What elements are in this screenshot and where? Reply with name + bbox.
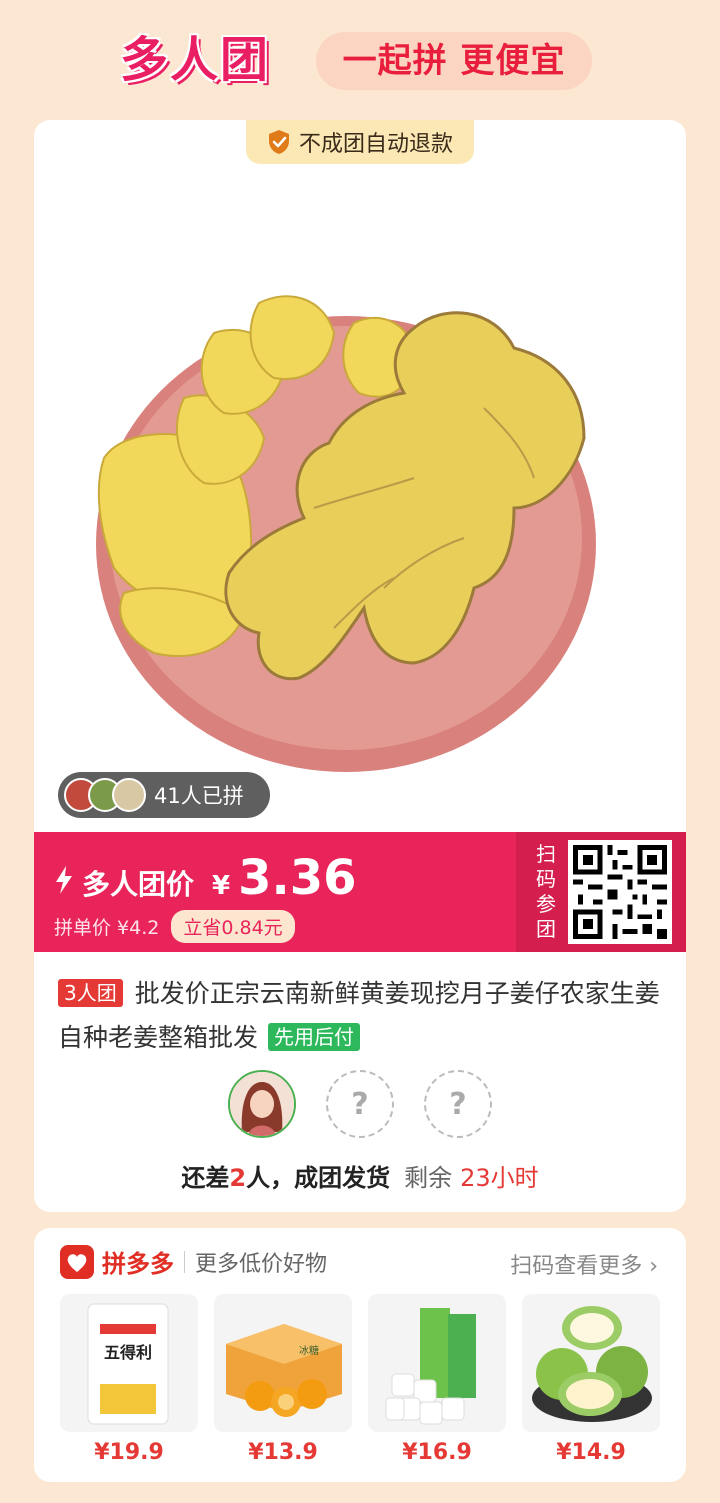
goods-image: [368, 1294, 506, 1432]
empty-member-slot: ?: [424, 1070, 492, 1138]
group-members: ? ?: [228, 1070, 492, 1138]
pinduoduo-brand: 拼多多: [102, 1250, 174, 1278]
member-avatar: [228, 1070, 296, 1138]
status-prefix: 还差: [181, 1164, 230, 1192]
goods-price: ¥13.9: [248, 1440, 318, 1465]
remaining-label: 剩余: [404, 1164, 453, 1192]
slogan-pill: 一起拼 更便宜: [316, 32, 592, 90]
buyer-avatar: [112, 778, 146, 812]
lightning-icon: [56, 866, 72, 894]
flour-pack-text: 五得利: [104, 1343, 152, 1362]
goods-item[interactable]: ¥16.9: [368, 1294, 506, 1465]
divider: [184, 1250, 185, 1273]
status-suffix: 人，成团发货: [246, 1164, 391, 1192]
goods-item[interactable]: 冰糖 ¥13.9: [214, 1294, 352, 1465]
joined-count-text: 41人已拼: [154, 784, 244, 808]
more-goods-card: 拼多多 更多低价好物 扫码查看更多 › 五得利 ¥19.9 冰糖 ¥13.9 ¥…: [34, 1228, 686, 1482]
scan-more-link[interactable]: 扫码查看更多 ›: [510, 1248, 658, 1280]
currency-symbol: ¥: [212, 871, 231, 901]
goods-image: 冰糖: [214, 1294, 352, 1432]
goods-price: ¥19.9: [94, 1440, 164, 1465]
goods-image: 五得利: [60, 1294, 198, 1432]
ginger-product-image[interactable]: [84, 208, 644, 788]
group-price-label: 多人团价: [82, 868, 195, 901]
scan-join-panel[interactable]: 扫码参团: [516, 832, 686, 952]
more-goods-label: 更多低价好物: [195, 1251, 328, 1277]
group-size-tag: 3人团: [58, 979, 123, 1007]
empty-member-slot: ?: [326, 1070, 394, 1138]
price-bar: 多人团价 ¥ 3.36 拼单价 ¥4.2 立省0.84元 扫码参团: [34, 832, 686, 952]
group-status: 还差2人，成团发货 剩余 23小时: [34, 1158, 686, 1193]
status-need-count: 2: [229, 1164, 247, 1192]
scan-join-label: 扫码参团: [536, 842, 556, 941]
goods-price: ¥16.9: [402, 1440, 472, 1465]
refund-tag-label: 不成团自动退款: [298, 132, 453, 157]
pinduoduo-logo-icon: [60, 1244, 94, 1279]
header: 多人团 一起拼 更便宜: [0, 0, 720, 118]
orange-box-text: 冰糖: [299, 1344, 319, 1357]
goods-item[interactable]: 五得利 ¥19.9: [60, 1294, 198, 1465]
product-title-block[interactable]: 3人团 批发价正宗云南新鲜黄姜现挖月子姜仔农家生姜自种老姜整箱批发 先用后付: [58, 972, 668, 1060]
goods-price: ¥14.9: [556, 1440, 626, 1465]
remaining-time: 23小时: [460, 1164, 539, 1192]
single-price: 拼单价 ¥4.2: [54, 917, 160, 939]
qr-code-icon[interactable]: [568, 840, 672, 944]
joined-count-badge: 41人已拼: [58, 772, 270, 818]
goods-list: 五得利 ¥19.9 冰糖 ¥13.9 ¥16.9 ¥14.9: [60, 1294, 660, 1465]
multi-group-logo: 多人团: [120, 32, 271, 88]
group-price: 3.36: [238, 850, 357, 906]
refund-guarantee-tag: 不成团自动退款: [246, 120, 474, 164]
shield-check-icon: [268, 130, 289, 154]
pay-later-badge: 先用后付: [268, 1023, 361, 1051]
savings-pill: 立省0.84元: [171, 910, 295, 943]
goods-item[interactable]: ¥14.9: [522, 1294, 660, 1465]
group-buy-card: 不成团自动退款 41人已拼 多人团价 ¥ 3.36 拼单价 ¥4.2 立省0.8…: [34, 120, 686, 1212]
goods-image: [522, 1294, 660, 1432]
